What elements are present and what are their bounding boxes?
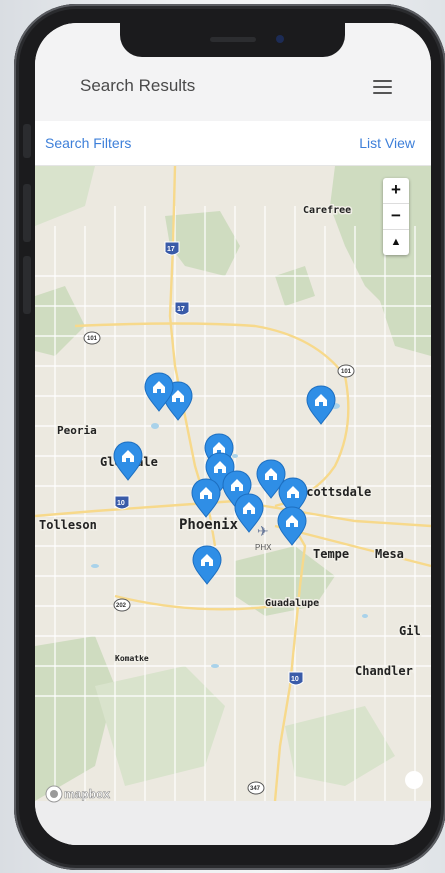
city-label: Peoria [57, 424, 97, 437]
map-canvas[interactable]: 17 17 101 101 10 202 10 347 ✈ PHX Carefr… [35, 165, 431, 802]
speaker [210, 37, 256, 42]
compass-button[interactable]: ▲ [383, 230, 409, 255]
notch [120, 23, 345, 57]
front-camera [276, 35, 284, 43]
highway-badge: 101 [83, 331, 101, 345]
highway-badge: 347 [247, 781, 265, 795]
svg-text:347: 347 [250, 786, 261, 792]
svg-text:mapbox: mapbox [64, 787, 110, 801]
city-label: Gil [399, 624, 421, 638]
mapbox-attribution[interactable]: mapbox [45, 784, 135, 809]
svg-text:101: 101 [341, 369, 352, 375]
page-title: Search Results [80, 76, 196, 95]
svg-text:17: 17 [177, 306, 185, 313]
mapbox-logo-icon: mapbox [45, 785, 111, 803]
city-label: Carefree [303, 205, 351, 216]
svg-text:202: 202 [116, 603, 127, 609]
hamburger-menu-icon[interactable] [373, 80, 392, 94]
results-toolbar: Search Filters List View [35, 121, 431, 166]
volume-up-button [23, 184, 31, 242]
city-label: Phoenix [179, 517, 239, 533]
city-label: Komatke [115, 654, 149, 663]
city-label: Guadalupe [265, 598, 319, 609]
highway-badge: 17 [174, 301, 190, 316]
map-view[interactable]: 17 17 101 101 10 202 10 347 ✈ PHX Carefr… [35, 165, 431, 802]
highway-badge: 202 [113, 598, 131, 612]
svg-text:17: 17 [167, 246, 175, 253]
city-label: Tolleson [39, 518, 97, 532]
highway-badge: 101 [337, 364, 355, 378]
zoom-controls: + − ▲ [383, 178, 409, 255]
airplane-icon: ✈ [257, 524, 269, 540]
airport-label: PHX [255, 543, 272, 552]
highway-badge: 10 [288, 671, 304, 686]
highway-badge: 10 [114, 495, 130, 510]
map-info-button[interactable] [405, 771, 423, 789]
volume-down-button [23, 256, 31, 314]
highway-badge: 17 [164, 241, 180, 256]
list-view-link[interactable]: List View [359, 135, 415, 151]
svg-text:101: 101 [87, 336, 98, 342]
zoom-out-button[interactable]: − [383, 204, 409, 230]
svg-text:10: 10 [291, 676, 299, 683]
search-filters-link[interactable]: Search Filters [45, 135, 131, 151]
phone-screen: Search Results Search Filters List View [35, 23, 431, 845]
city-label: Scottsdale [299, 485, 371, 499]
city-label: Chandler [355, 664, 413, 678]
zoom-in-button[interactable]: + [383, 178, 409, 204]
city-label: Mesa [375, 547, 404, 561]
mute-switch [23, 124, 31, 158]
svg-text:10: 10 [117, 500, 125, 507]
city-label: Tempe [313, 547, 349, 561]
